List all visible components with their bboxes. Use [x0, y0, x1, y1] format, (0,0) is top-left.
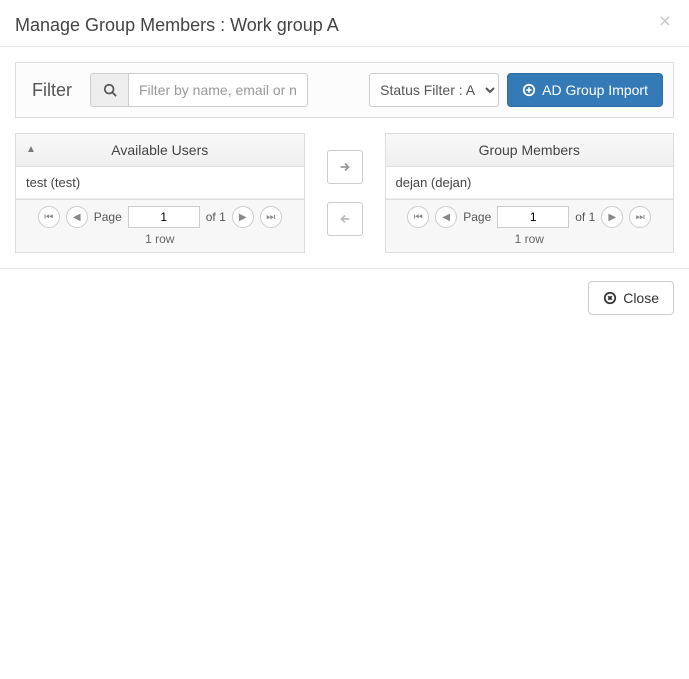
ad-group-import-button[interactable]: AD Group Import — [507, 73, 663, 107]
list-item[interactable]: dejan (dejan) — [386, 167, 674, 199]
close-button[interactable]: Close — [588, 281, 674, 315]
prev-page-button[interactable]: ◀ — [435, 206, 457, 228]
filter-bar: Filter Status Filter : All — [15, 62, 674, 118]
group-members-list: dejan (dejan) — [386, 167, 674, 199]
available-row-count: 1 row — [24, 232, 296, 246]
filter-label: Filter — [26, 80, 82, 101]
dialog-header: Manage Group Members : Work group A × — [0, 0, 689, 47]
plus-circle-icon — [522, 83, 536, 97]
members-row-count: 1 row — [394, 232, 666, 246]
close-icon[interactable]: × — [653, 10, 677, 33]
transfer-controls — [305, 133, 385, 253]
prev-page-button[interactable]: ◀ — [66, 206, 88, 228]
close-button-label: Close — [623, 290, 659, 306]
chevron-left-icon: ◀ — [442, 212, 450, 223]
list-item[interactable]: test (test) — [16, 167, 304, 199]
chevron-right-icon: ▶ — [239, 212, 247, 223]
last-page-button[interactable]: ⏭ — [260, 206, 282, 228]
group-members-header[interactable]: Group Members — [386, 134, 674, 167]
next-page-button[interactable]: ▶ — [232, 206, 254, 228]
close-circle-icon — [603, 291, 617, 305]
available-pager: ⏮ ◀ Page of 1 ▶ ⏭ — [24, 206, 296, 228]
group-members-panel: Group Members dejan (dejan) ⏮ ◀ Page — [385, 133, 675, 253]
available-users-footer: ⏮ ◀ Page of 1 ▶ ⏭ — [16, 199, 304, 252]
sort-asc-icon: ▲ — [26, 144, 36, 155]
page-input[interactable] — [128, 206, 200, 228]
last-page-button[interactable]: ⏭ — [629, 206, 651, 228]
next-page-button[interactable]: ▶ — [601, 206, 623, 228]
chevron-left-icon: ◀ — [73, 212, 81, 223]
page-label: Page — [94, 210, 122, 224]
remove-from-group-button[interactable] — [327, 202, 363, 236]
search-icon — [103, 83, 117, 97]
last-page-icon: ⏭ — [266, 212, 275, 223]
chevron-right-icon: ▶ — [608, 212, 616, 223]
ad-group-import-label: AD Group Import — [542, 82, 648, 98]
status-filter-select[interactable]: Status Filter : All — [369, 73, 499, 107]
arrow-right-icon — [338, 160, 352, 174]
filter-input-group — [90, 73, 308, 107]
first-page-button[interactable]: ⏮ — [38, 206, 60, 228]
page-total: of 1 — [575, 210, 595, 224]
first-page-button[interactable]: ⏮ — [407, 206, 429, 228]
search-button[interactable] — [90, 73, 128, 107]
first-page-icon: ⏮ — [44, 212, 53, 223]
available-users-list: test (test) — [16, 167, 304, 199]
dialog-footer: Close — [0, 268, 689, 327]
page-label: Page — [463, 210, 491, 224]
group-members-footer: ⏮ ◀ Page of 1 ▶ ⏭ — [386, 199, 674, 252]
page-input[interactable] — [497, 206, 569, 228]
filter-input[interactable] — [128, 73, 308, 107]
arrow-left-icon — [338, 212, 352, 226]
dual-list: ▲ Available Users test (test) ⏮ ◀ Page — [15, 133, 674, 253]
members-pager: ⏮ ◀ Page of 1 ▶ ⏭ — [394, 206, 666, 228]
add-to-group-button[interactable] — [327, 150, 363, 184]
first-page-icon: ⏮ — [414, 212, 423, 223]
manage-group-members-dialog: Manage Group Members : Work group A × Fi… — [0, 0, 689, 327]
last-page-icon: ⏭ — [636, 212, 645, 223]
dialog-title: Manage Group Members : Work group A — [15, 15, 674, 36]
available-users-header[interactable]: ▲ Available Users — [16, 134, 304, 167]
group-members-title: Group Members — [479, 142, 580, 158]
page-total: of 1 — [206, 210, 226, 224]
available-users-panel: ▲ Available Users test (test) ⏮ ◀ Page — [15, 133, 305, 253]
available-users-title: Available Users — [111, 142, 208, 158]
dialog-body: Filter Status Filter : All — [0, 47, 689, 268]
